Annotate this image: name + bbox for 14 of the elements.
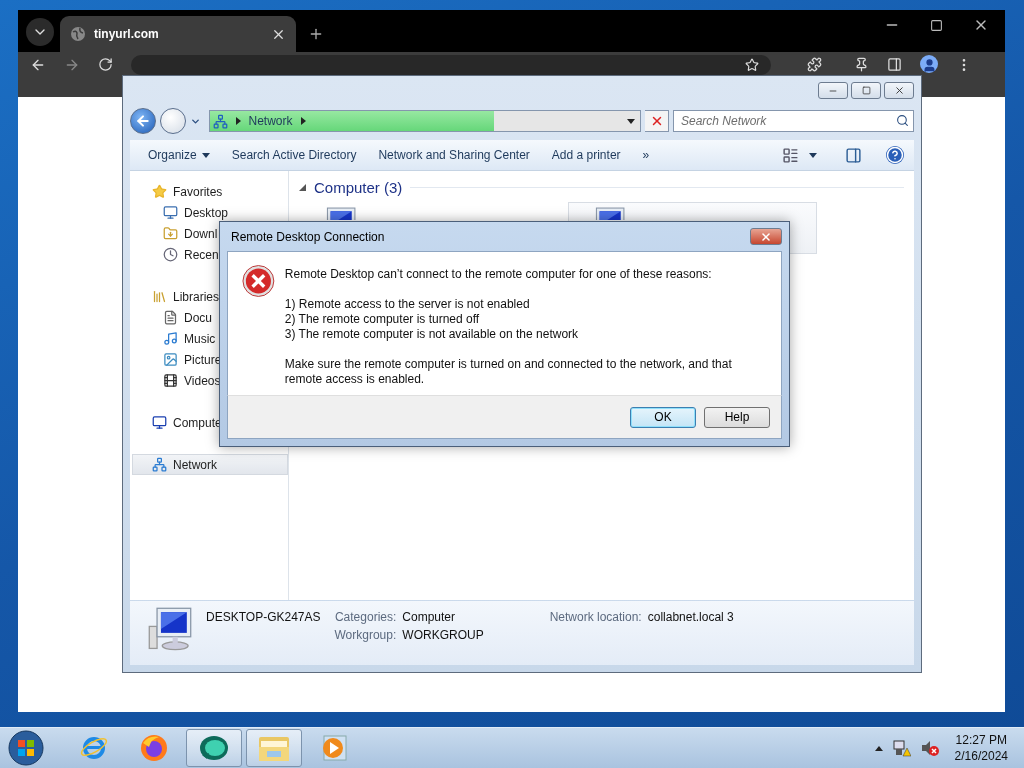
reason-line: 3) The remote computer is not available on the network (284, 327, 580, 342)
field-value: Computer (402, 610, 456, 624)
reason-line: 1) Remote access to the server is not enabled (284, 297, 531, 312)
field-value: collabnet.local 3 (647, 610, 734, 624)
help-note: Make sure the remote computer is turned on and connected to the network, and that remote access is enabled. (284, 357, 733, 387)
field-value: WORKGROUP (402, 628, 484, 642)
field-label: Categories: (334, 610, 397, 624)
reason-line: 2) The remote computer is turned off (284, 312, 481, 327)
dialog-title: Remote Desktop Connection (231, 229, 385, 244)
field-label: Workgroup: (334, 628, 397, 642)
field-label: Network location: (549, 610, 642, 624)
error-message: Remote Desktop can’t connect to the remote computer for one of these reasons: (284, 267, 713, 282)
group-title: Computer (3) (314, 179, 403, 196)
computer-name: DESKTOP-GK247AS (206, 609, 321, 624)
